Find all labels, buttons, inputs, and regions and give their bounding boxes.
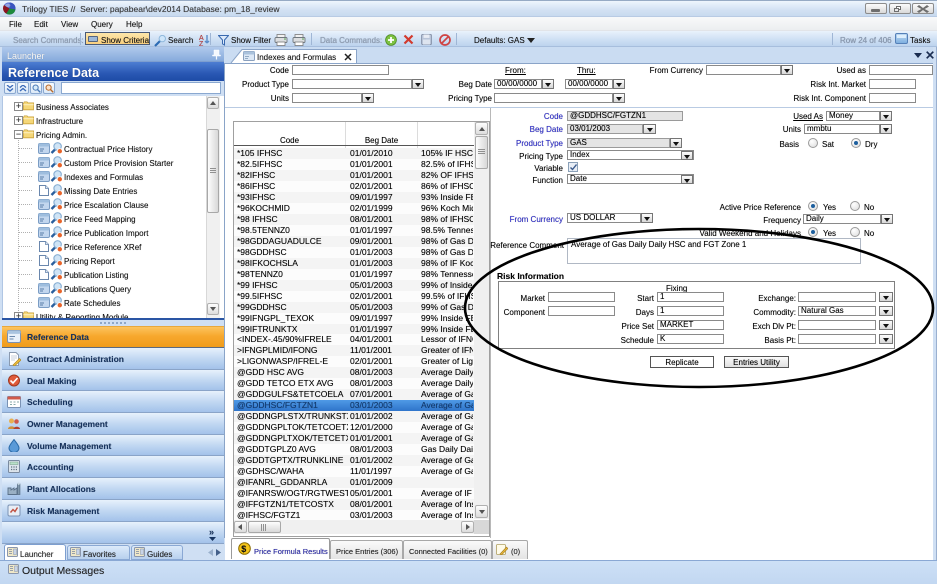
svg-text:$: $ [241, 544, 246, 554]
svg-text:Z: Z [199, 41, 204, 46]
